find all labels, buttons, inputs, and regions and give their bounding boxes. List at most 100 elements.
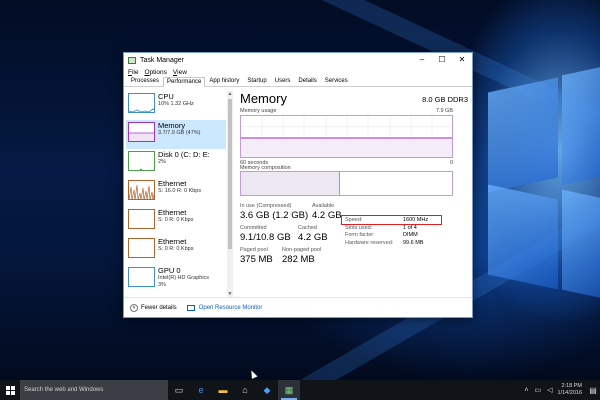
resource-name: Ethernet [158, 237, 187, 246]
edge-browser-icon[interactable]: e [190, 380, 212, 400]
tab-details[interactable]: Details [294, 76, 320, 86]
resource-name: Memory [158, 121, 186, 130]
volume-icon[interactable]: ◁ [547, 386, 552, 394]
system-tray: ˄ ▭ ◁ 2:18 PM 1/14/2016 ▤ [521, 380, 600, 400]
tab-startup[interactable]: Startup [243, 76, 270, 86]
menu-view[interactable]: View [173, 69, 187, 76]
stat-label: Committed [240, 225, 267, 231]
stat-value: 3.6 GB (1.2 GB) [240, 210, 309, 221]
resource-item-disk[interactable]: Disk 0 (C: D: E: 2% [126, 149, 226, 178]
start-button[interactable] [0, 380, 20, 400]
stat-nonpaged-pool: Non-paged pool 282 MB [282, 247, 321, 265]
memory-composition-bar [240, 171, 453, 196]
action-center-icon[interactable]: ▤ [586, 380, 600, 400]
resource-sub: 10% 1.32 GHz [158, 101, 194, 107]
memory-graph-icon [128, 122, 155, 142]
usage-chart-label: Memory usage [240, 108, 277, 114]
spec-row-form-factor: Form factor: DIMM [345, 232, 455, 240]
store-icon[interactable]: ⌂ [234, 380, 256, 400]
resource-sub: 3.7/7.9 GB (47%) [158, 130, 201, 136]
resource-item-cpu[interactable]: CPU 10% 1.32 GHz [126, 91, 226, 120]
spec-key: Form factor: [345, 232, 375, 238]
usage-chart-max: 7.9 GB [435, 108, 453, 114]
network-icon[interactable]: ▭ [535, 386, 542, 394]
window-title: Task Manager [140, 56, 184, 64]
task-manager-icon [128, 56, 136, 64]
spec-key: Hardware reserved: [345, 239, 394, 246]
taskbar-clock[interactable]: 2:18 PM 1/14/2016 [558, 383, 582, 397]
file-explorer-icon[interactable]: ▬ [212, 380, 234, 400]
disk-graph-icon [128, 151, 155, 171]
spec-row-hardware-reserved: Hardware reserved: 99.6 MB [345, 240, 455, 248]
stat-value: 9.1/10.8 GB [240, 232, 291, 243]
detail-title: Memory [240, 91, 287, 106]
spec-value: DIMM [403, 232, 418, 238]
spec-value: 99.6 MB [403, 239, 424, 246]
ethernet-graph-icon [128, 238, 155, 258]
spec-key: Slots used: [345, 224, 373, 231]
stat-available: Available 4.2 GB [312, 203, 342, 221]
fewer-details-link[interactable]: Fewer details [141, 305, 177, 311]
stat-label: Paged pool [240, 247, 268, 253]
maximize-button[interactable]: ☐ [432, 53, 452, 66]
dropbox-icon[interactable]: ◆ [256, 380, 278, 400]
taskbar: Search the web and Windows ▭ e ▬ ⌂ ◆ ▦ ˄… [0, 380, 600, 400]
open-resource-monitor-link[interactable]: Open Resource Monitor [199, 305, 263, 311]
window-controls: – ☐ ✕ [412, 53, 472, 66]
resource-item-memory[interactable]: Memory 3.7/7.9 GB (47%) [126, 120, 226, 149]
resource-item-ethernet-3[interactable]: Ethernet S: 0 R: 0 Kbps [126, 236, 226, 265]
title-bar[interactable]: Task Manager – ☐ ✕ [124, 53, 472, 67]
search-placeholder: Search the web and Windows [24, 387, 104, 393]
stat-committed: Committed 9.1/10.8 GB [240, 225, 291, 243]
resource-sub: 2% [158, 159, 166, 165]
stat-paged-pool: Paged pool 375 MB [240, 247, 273, 265]
footer-bar: ˄ Fewer details Open Resource Monitor [124, 297, 472, 317]
stat-cached: Cached 4.2 GB [298, 225, 328, 243]
task-manager-taskbar-icon[interactable]: ▦ [278, 380, 300, 400]
spec-value: 1 of 4 [403, 224, 417, 231]
resource-name: Disk 0 (C: D: E: [158, 150, 210, 159]
usage-axis-right: 0 [449, 160, 453, 166]
performance-panel: CPU 10% 1.32 GHz Memory 3.7/7.9 GB (47%) [124, 89, 472, 297]
resource-sub: S: 16.0 R: 0 Kbps [158, 188, 202, 194]
resource-name: GPU 0 [158, 266, 181, 275]
chevron-up-icon[interactable]: ˄ [130, 303, 138, 312]
stat-label: Available [312, 203, 335, 209]
tab-services[interactable]: Services [321, 76, 352, 86]
resource-list: CPU 10% 1.32 GHz Memory 3.7/7.9 GB (47%) [126, 91, 226, 297]
resource-monitor-icon [186, 304, 195, 311]
resource-sub: S: 0 R: 0 Kbps [158, 217, 194, 223]
resource-list-scrollbar[interactable]: ▲ ▼ [227, 91, 233, 297]
tab-app-history[interactable]: App history [205, 76, 243, 86]
ethernet-graph-icon [128, 180, 155, 200]
resource-sub: Intel(R) HD Graphics [158, 275, 210, 281]
memory-total: 8.0 GB DDR3 [422, 95, 468, 104]
memory-usage-chart [240, 115, 453, 158]
resource-item-gpu[interactable]: GPU 0 Intel(R) HD Graphics 3% [126, 265, 226, 294]
stat-label: Cached [298, 225, 317, 231]
gpu-graph-icon [128, 267, 155, 287]
scrollbar-thumb[interactable] [228, 99, 232, 249]
tab-users[interactable]: Users [271, 76, 295, 86]
task-view-icon[interactable]: ▭ [168, 380, 190, 400]
resource-item-ethernet-1[interactable]: Ethernet S: 16.0 R: 0 Kbps [126, 178, 226, 207]
menu-file[interactable]: File [128, 69, 139, 76]
spec-row-slots: Slots used: 1 of 4 [345, 225, 455, 233]
close-button[interactable]: ✕ [452, 53, 472, 66]
tab-performance[interactable]: Performance [163, 77, 206, 87]
tab-processes[interactable]: Processes [127, 76, 163, 86]
composition-in-use [241, 172, 341, 195]
clock-time: 2:18 PM [561, 383, 582, 389]
menu-options[interactable]: Options [145, 69, 167, 76]
chevron-up-icon[interactable]: ˄ [524, 387, 528, 394]
resource-item-ethernet-2[interactable]: Ethernet S: 0 R: 0 Kbps [126, 207, 226, 236]
minimize-button[interactable]: – [412, 53, 432, 66]
resource-name: Ethernet [158, 208, 187, 217]
taskbar-search-box[interactable]: Search the web and Windows [20, 380, 168, 400]
scroll-up-icon[interactable]: ▲ [227, 91, 233, 97]
speed-highlight-box [341, 215, 442, 225]
windows-logo-icon [5, 385, 15, 395]
clock-date: 1/14/2016 [557, 390, 582, 396]
ethernet-graph-icon [128, 209, 155, 229]
resource-sub: 3% [158, 282, 166, 288]
